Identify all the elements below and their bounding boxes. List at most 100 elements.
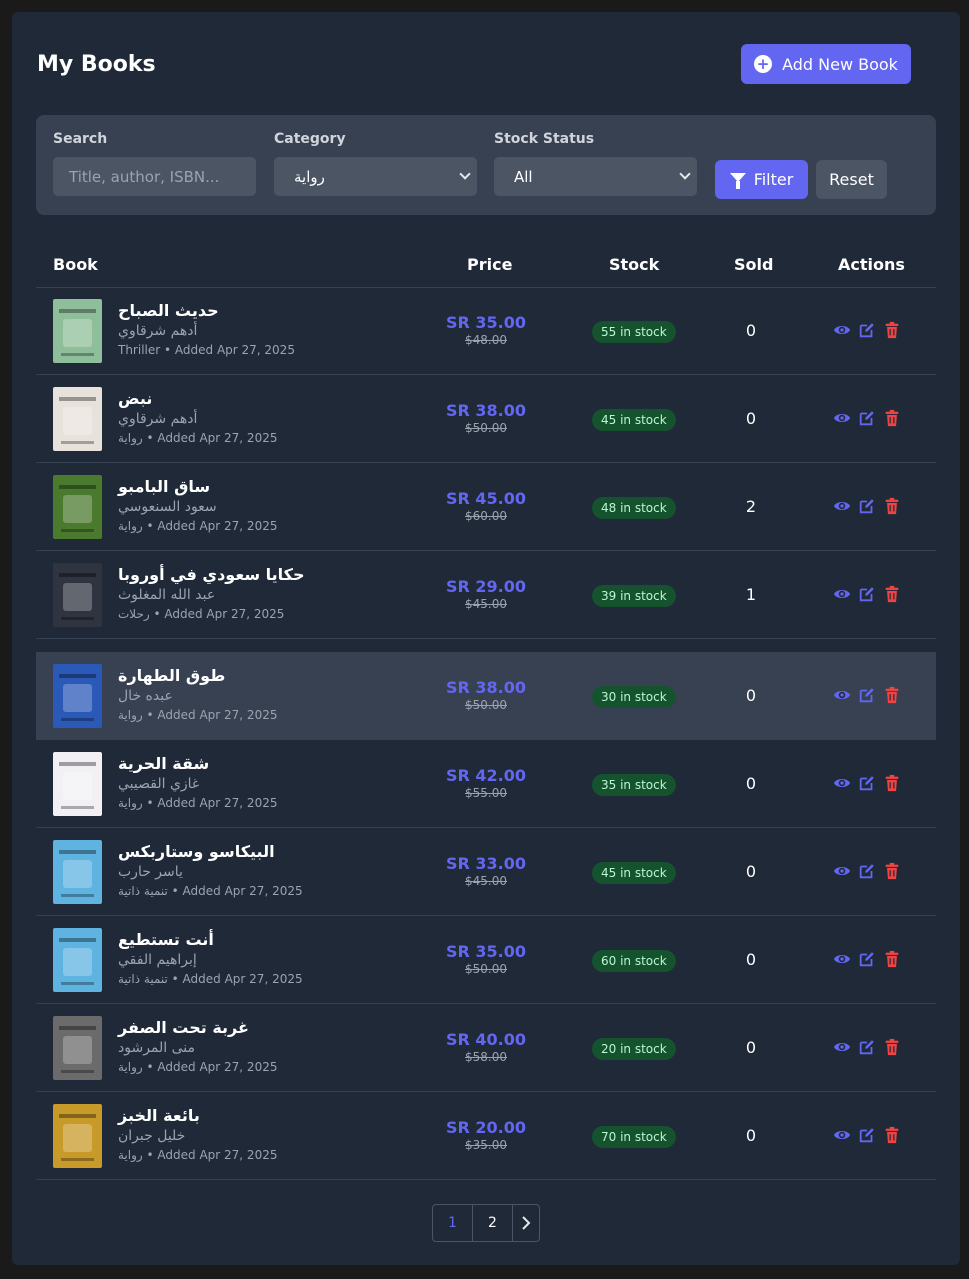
current-price: SR 35.00 [445, 942, 527, 961]
edit-icon[interactable] [858, 497, 876, 515]
filter-button[interactable]: Filter [715, 160, 808, 199]
book-meta: تنمية ذاتية • Added Apr 27, 2025 [118, 972, 303, 986]
trash-icon[interactable] [883, 497, 901, 515]
eye-icon[interactable] [833, 950, 851, 968]
book-title[interactable]: ساق البامبو [118, 476, 448, 497]
original-price: $50.00 [465, 421, 507, 435]
table-row: ساق البامبو سعود السنعوسي رواية • Added … [36, 463, 936, 551]
book-cover-image [53, 664, 102, 728]
book-title[interactable]: نبض [118, 388, 448, 409]
page-1-button[interactable]: 1 [433, 1205, 473, 1241]
search-input[interactable]: Title, author, ISBN... [53, 157, 256, 196]
table-row: طوق الطهارة عبده خال رواية • Added Apr 2… [36, 652, 936, 740]
stock-badge: 55 in stock [592, 321, 676, 343]
book-title[interactable]: حديث الصباح [118, 300, 448, 321]
book-title[interactable]: بائعة الخبز [118, 1105, 448, 1126]
eye-icon[interactable] [833, 862, 851, 880]
book-cover-art [59, 1114, 96, 1161]
row-actions [833, 321, 901, 339]
pagination: 1 2 [432, 1204, 540, 1242]
search-group: Search Title, author, ISBN... [53, 131, 256, 196]
table-row: أنت تستطيع إبراهيم الفقي تنمية ذاتية • A… [36, 916, 936, 1004]
book-author: منى المرشود [118, 1040, 196, 1056]
add-new-book-button[interactable]: + Add New Book [741, 44, 911, 84]
trash-icon[interactable] [883, 862, 901, 880]
edit-icon[interactable] [858, 585, 876, 603]
original-price: $58.00 [465, 1050, 507, 1064]
trash-icon[interactable] [883, 585, 901, 603]
sold-count: 0 [745, 862, 757, 881]
book-info: حديث الصباح أدهم شرقاوي Thriller • Added… [118, 300, 448, 359]
row-actions [833, 1126, 901, 1144]
trash-icon[interactable] [883, 774, 901, 792]
book-cover-art [59, 485, 96, 532]
book-cover-image [53, 299, 102, 363]
edit-icon[interactable] [858, 950, 876, 968]
original-price: $60.00 [465, 509, 507, 523]
book-info: أنت تستطيع إبراهيم الفقي تنمية ذاتية • A… [118, 929, 448, 988]
price-cell: SR 33.00 $45.00 [426, 854, 546, 892]
stock-badge: 39 in stock [592, 585, 676, 607]
current-price: SR 20.00 [445, 1118, 527, 1137]
reset-label: Reset [829, 170, 874, 189]
eye-icon[interactable] [833, 774, 851, 792]
chevron-down-icon [679, 168, 691, 180]
book-title[interactable]: أنت تستطيع [118, 929, 448, 950]
book-info: ساق البامبو سعود السنعوسي رواية • Added … [118, 476, 448, 535]
trash-icon[interactable] [883, 1038, 901, 1056]
category-select[interactable]: رواية [274, 157, 477, 196]
trash-icon[interactable] [883, 1126, 901, 1144]
header-price: Price [467, 255, 513, 274]
book-author: خليل جبران [118, 1128, 186, 1144]
search-label: Search [53, 131, 108, 147]
stock-status-label: Stock Status [494, 131, 595, 147]
row-actions [833, 774, 901, 792]
edit-icon[interactable] [858, 1126, 876, 1144]
stock-status-value: All [514, 167, 533, 186]
eye-icon[interactable] [833, 497, 851, 515]
eye-icon[interactable] [833, 1126, 851, 1144]
eye-icon[interactable] [833, 321, 851, 339]
sold-count: 2 [745, 497, 757, 516]
edit-icon[interactable] [858, 862, 876, 880]
book-title[interactable]: طوق الطهارة [118, 665, 448, 686]
page-2-button[interactable]: 2 [473, 1205, 513, 1241]
trash-icon[interactable] [883, 321, 901, 339]
eye-icon[interactable] [833, 686, 851, 704]
header-actions: Actions [838, 255, 905, 274]
trash-icon[interactable] [883, 409, 901, 427]
eye-icon[interactable] [833, 409, 851, 427]
row-actions [833, 950, 901, 968]
price-cell: SR 40.00 $58.00 [426, 1030, 546, 1068]
category-group: Category رواية [274, 131, 477, 196]
book-title[interactable]: غربة تحت الصفر [118, 1017, 448, 1038]
table-header: Book Price Stock Sold Actions [36, 248, 936, 288]
book-title[interactable]: شقة الحرية [118, 753, 448, 774]
price-cell: SR 35.00 $48.00 [426, 313, 546, 351]
edit-icon[interactable] [858, 1038, 876, 1056]
eye-icon[interactable] [833, 1038, 851, 1056]
edit-icon[interactable] [858, 409, 876, 427]
original-price: $55.00 [465, 786, 507, 800]
chevron-down-icon [459, 168, 471, 180]
stock-status-select[interactable]: All [494, 157, 697, 196]
trash-icon[interactable] [883, 686, 901, 704]
book-author: سعود السنعوسي [118, 499, 217, 515]
trash-icon[interactable] [883, 950, 901, 968]
edit-icon[interactable] [858, 321, 876, 339]
filter-bar: Search Title, author, ISBN... Category ر… [36, 115, 936, 215]
edit-icon[interactable] [858, 774, 876, 792]
eye-icon[interactable] [833, 585, 851, 603]
edit-icon[interactable] [858, 686, 876, 704]
book-cover-image [53, 563, 102, 627]
book-meta: رواية • Added Apr 27, 2025 [118, 708, 278, 722]
book-title[interactable]: حكايا سعودي في أوروبا [118, 564, 448, 585]
table-row: نبض أدهم شرقاوي رواية • Added Apr 27, 20… [36, 375, 936, 463]
header-book: Book [53, 255, 98, 274]
sold-count: 0 [745, 321, 757, 340]
reset-button[interactable]: Reset [816, 160, 887, 199]
search-placeholder: Title, author, ISBN... [69, 167, 220, 186]
sold-count: 0 [745, 409, 757, 428]
next-page-button[interactable] [513, 1205, 539, 1241]
book-title[interactable]: البيكاسو وستاربكس [118, 841, 448, 862]
